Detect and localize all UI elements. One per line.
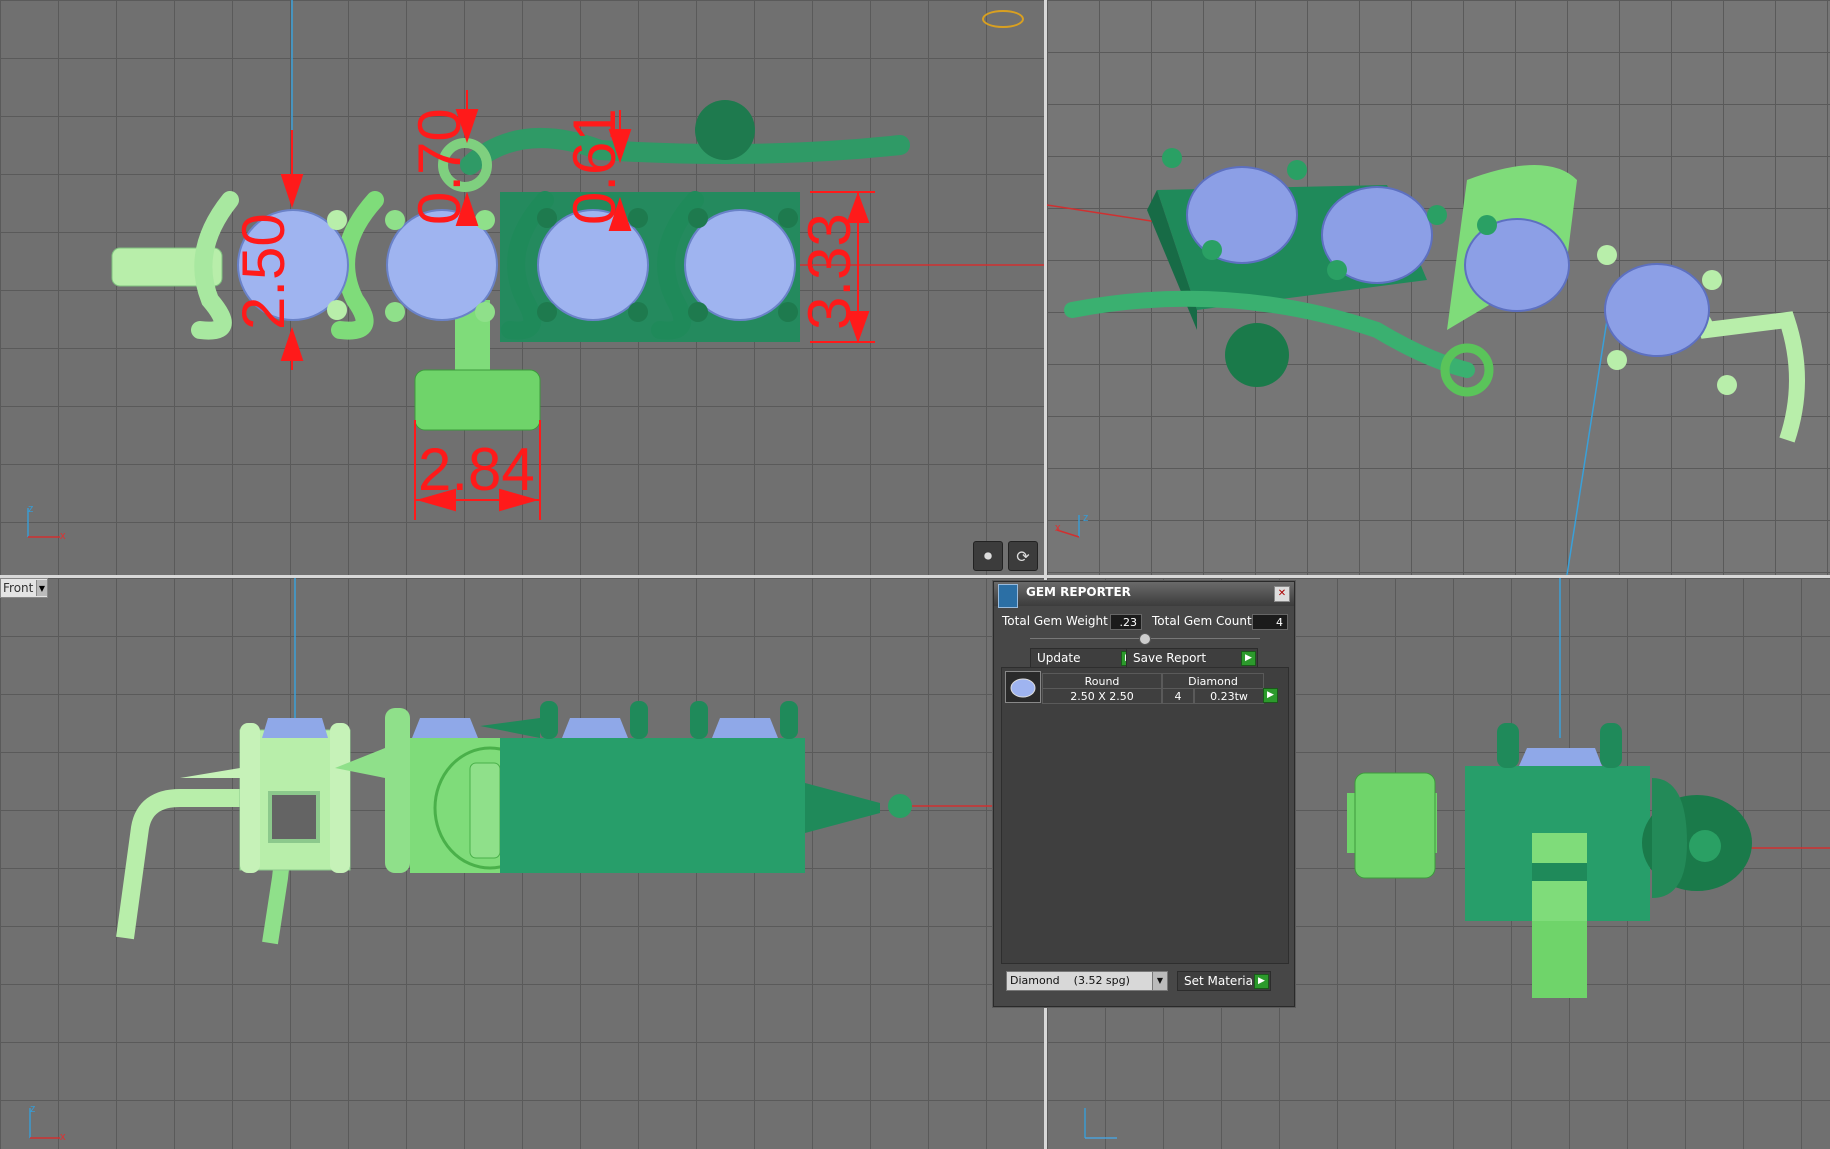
axis-label-x: x bbox=[1055, 522, 1061, 534]
material-select[interactable]: Diamond (3.52 spg) ▼ bbox=[1006, 971, 1168, 991]
dimension-gem-diameter: 2.50 bbox=[230, 213, 297, 330]
round-gem-icon bbox=[1005, 671, 1041, 703]
axis-label-x: x bbox=[60, 530, 66, 542]
viewport-perspective[interactable]: z x bbox=[1047, 0, 1830, 575]
chevron-down-icon: ▼ bbox=[1152, 972, 1167, 990]
play-icon: ▶ bbox=[1241, 651, 1256, 666]
front-view-model bbox=[29, 578, 1044, 1139]
dimension-stem-width: 2.84 bbox=[418, 436, 535, 503]
table-cell-size[interactable]: 2.50 X 2.50 bbox=[1042, 688, 1162, 704]
microphone-icon[interactable]: ⏺ bbox=[973, 541, 1003, 571]
axis-label-z: z bbox=[30, 1103, 36, 1115]
gem-list: Round Diamond 2.50 X 2.50 4 0.23tw ▶ bbox=[1001, 667, 1289, 964]
dimension-gap-2: 0.61 bbox=[561, 108, 628, 225]
view-selector[interactable]: Front ▼ bbox=[0, 578, 48, 598]
set-material-button-label: Set Material bbox=[1184, 974, 1257, 988]
total-gem-weight-label: Total Gem Weight bbox=[1002, 614, 1108, 628]
chevron-down-icon: ▼ bbox=[36, 580, 47, 596]
app-logo-icon bbox=[982, 10, 1024, 28]
close-icon[interactable]: ✕ bbox=[1274, 586, 1290, 602]
axis-label-z: z bbox=[28, 503, 34, 515]
update-button-label: Update bbox=[1037, 651, 1081, 665]
viewport-front[interactable]: z x bbox=[0, 578, 1044, 1149]
total-gem-count-field: 4 bbox=[1252, 614, 1288, 630]
save-report-button[interactable]: Save Report ▶ bbox=[1126, 648, 1258, 668]
update-button[interactable]: Update ▶ bbox=[1030, 648, 1138, 668]
total-gem-weight-field: .23 bbox=[1110, 614, 1142, 630]
view-selector-label: Front bbox=[3, 581, 34, 595]
dimension-width: 3.33 bbox=[796, 213, 863, 330]
dimension-gap-1: 0.70 bbox=[406, 108, 473, 225]
axis-label-z: z bbox=[1083, 512, 1089, 524]
save-report-button-label: Save Report bbox=[1133, 651, 1207, 665]
table-header-shape: Round bbox=[1042, 673, 1162, 689]
collapse-handle-icon[interactable] bbox=[1139, 633, 1151, 645]
table-cell-count[interactable]: 4 bbox=[1162, 688, 1194, 704]
viewport-top[interactable]: 2.50 0.70 0.61 3.33 2.84 z x ⏺ ⟳ bbox=[0, 0, 1044, 575]
total-gem-count-label: Total Gem Count bbox=[1152, 614, 1252, 628]
perspective-view-model bbox=[1047, 148, 1805, 575]
gem-reporter-title: GEM REPORTER bbox=[1026, 585, 1131, 599]
gem-reporter-titlebar[interactable]: GEM REPORTER ✕ bbox=[994, 582, 1294, 608]
table-header-material: Diamond bbox=[1162, 673, 1264, 689]
gem-reporter-icon bbox=[998, 584, 1018, 608]
play-icon: ▶ bbox=[1254, 974, 1269, 989]
gem-reporter-panel: GEM REPORTER ✕ Total Gem Weight .23 Tota… bbox=[993, 581, 1295, 1007]
axis-label-x: x bbox=[60, 1131, 66, 1143]
rotate-view-icon[interactable]: ⟳ bbox=[1008, 541, 1038, 571]
table-cell-weight[interactable]: 0.23tw bbox=[1194, 688, 1264, 704]
play-icon: ▶ bbox=[1263, 688, 1278, 703]
material-select-value: Diamond (3.52 spg) bbox=[1010, 974, 1130, 987]
viewport-splitter-horizontal[interactable] bbox=[0, 575, 1830, 578]
set-material-button[interactable]: Set Material ▶ bbox=[1177, 971, 1271, 991]
row-action-button[interactable]: ▶ bbox=[1263, 688, 1278, 703]
